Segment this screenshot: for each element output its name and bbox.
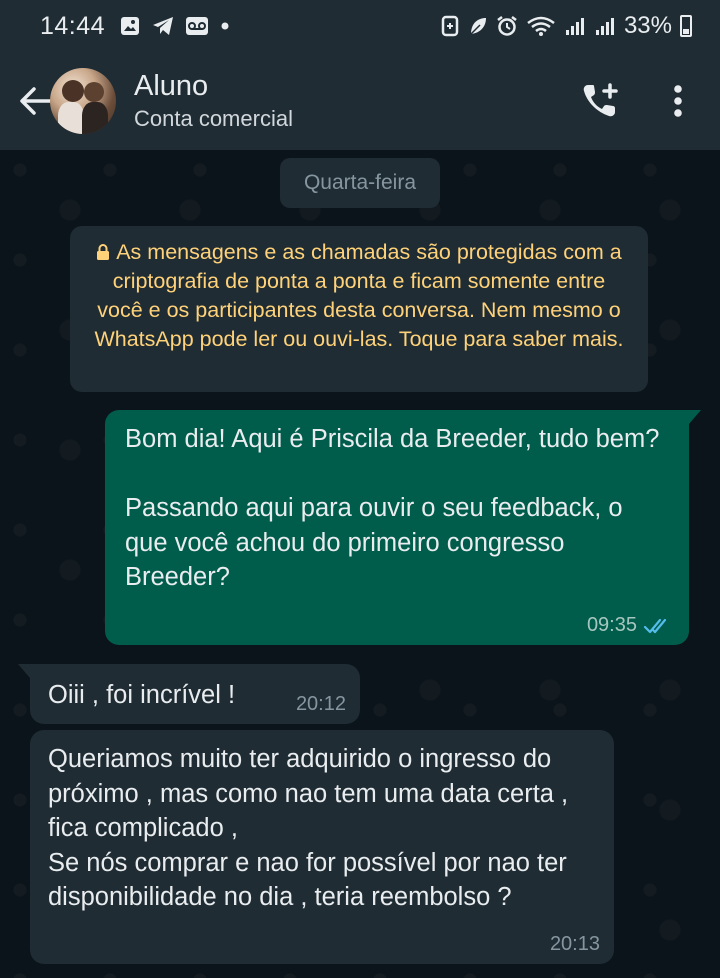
message-text: Queriamos muito ter adquirido o ingresso… bbox=[48, 745, 569, 911]
status-bar: 14:44 33% bbox=[0, 0, 720, 52]
add-call-button[interactable] bbox=[570, 71, 630, 131]
alarm-icon bbox=[497, 16, 517, 36]
header-actions bbox=[570, 71, 720, 131]
more-vertical-icon bbox=[674, 85, 682, 117]
telegram-icon bbox=[153, 17, 174, 35]
dot-icon bbox=[221, 22, 229, 30]
message-time: 20:12 bbox=[295, 693, 346, 715]
message-bubble-incoming[interactable]: Queriamos muito ter adquirido o ingresso… bbox=[30, 730, 614, 964]
battery-percentage: 33% bbox=[623, 12, 672, 39]
leaf-icon bbox=[470, 18, 486, 35]
message-meta: 09:35 bbox=[587, 614, 673, 637]
gallery-icon bbox=[121, 17, 140, 35]
message-text: Bom dia! Aqui é Priscila da Breeder, tud… bbox=[125, 425, 660, 591]
encryption-notice-text: As mensagens e as chamadas são protegida… bbox=[94, 240, 624, 351]
message-bubble-incoming[interactable]: Oiii , foi incrível ! 20:12 bbox=[18, 664, 360, 724]
contact-subtitle: Conta comercial bbox=[134, 106, 293, 131]
more-options-button[interactable] bbox=[658, 71, 698, 131]
signal-icon bbox=[595, 18, 614, 35]
date-chip: Quarta-feira bbox=[280, 158, 440, 208]
status-right: 33% bbox=[440, 12, 692, 40]
notification-icons bbox=[119, 15, 231, 37]
arrow-left-icon bbox=[20, 87, 53, 115]
phone-plus-icon bbox=[583, 83, 618, 117]
battery-icon bbox=[680, 15, 692, 37]
contact-info[interactable]: Aluno Conta comercial bbox=[134, 68, 293, 134]
encryption-notice[interactable]: As mensagens e as chamadas são protegida… bbox=[70, 226, 648, 392]
contact-name: Aluno bbox=[134, 70, 209, 102]
chat-header: Aluno Conta comercial bbox=[0, 52, 720, 150]
wifi-icon bbox=[527, 16, 555, 36]
message-time: 09:35 bbox=[586, 614, 637, 636]
status-time: 14:44 bbox=[40, 11, 106, 40]
chat-area[interactable]: Quarta-feira As mensagens e as chamadas … bbox=[0, 150, 720, 978]
message-bubble-outgoing[interactable]: Bom dia! Aqui é Priscila da Breeder, tud… bbox=[105, 410, 701, 645]
voicemail-icon bbox=[186, 17, 209, 35]
signal-icon bbox=[565, 18, 584, 35]
avatar[interactable] bbox=[50, 68, 116, 134]
double-check-icon bbox=[643, 618, 667, 633]
lock-icon bbox=[97, 244, 110, 260]
whatsapp-chat-screen: 14:44 33% Aluno Conta comercial Quarta-f… bbox=[0, 0, 720, 978]
message-time: 20:13 bbox=[549, 933, 600, 955]
data-saver-icon bbox=[441, 15, 459, 37]
